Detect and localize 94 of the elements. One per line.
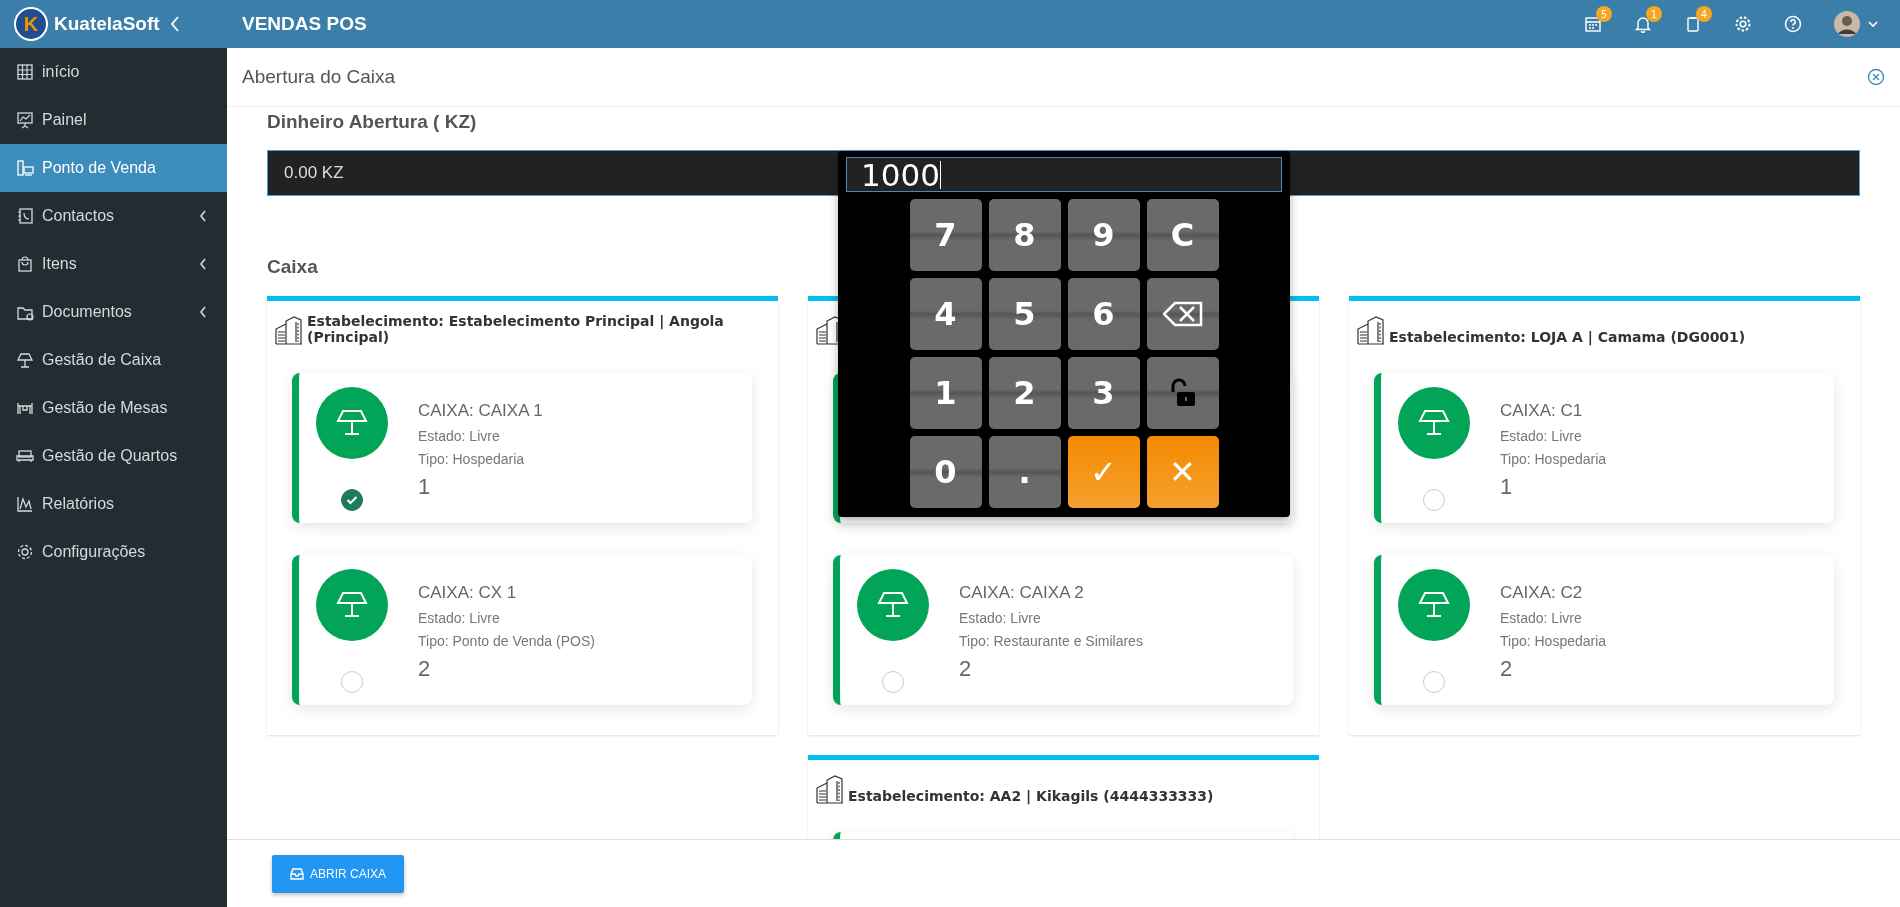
register-type: Tipo: Hospedaria (418, 451, 526, 467)
establishment-title: Estabelecimento: Estabelecimento Principal | Angola (Principal) (307, 314, 725, 345)
register-type: Tipo: Hospedaria (1500, 451, 1607, 467)
bell-icon[interactable] (1634, 15, 1652, 33)
notification-badge: 5 (1596, 6, 1612, 22)
digit-key[interactable]: 2 (988, 357, 1061, 429)
radio-button[interactable] (341, 489, 363, 511)
register-status: Estado: Livre (959, 610, 1042, 626)
register-status: Estado: Livre (418, 428, 501, 444)
register-name: CAIXA: C2 (1500, 583, 1584, 603)
digit-key[interactable]: 0 (909, 436, 982, 508)
keypad-display[interactable]: 1000 (846, 157, 1282, 192)
register-number: 2 (959, 656, 973, 682)
sidebar-item[interactable]: Contactos (0, 192, 227, 240)
building-icon (275, 315, 305, 345)
clipboard-icon[interactable] (1684, 15, 1702, 33)
chart-icon (16, 495, 34, 513)
register-name: CAIXA: CX 1 (418, 583, 518, 603)
inbox-icon (290, 867, 304, 880)
cash-register-card[interactable]: CAIXA: CAIXA 1 Estado: Livre Tipo: Hospedaria 1 (292, 373, 752, 523)
register-number: 2 (1500, 656, 1514, 682)
register-status: Estado: Livre (418, 610, 501, 626)
digit-key[interactable]: 5 (988, 278, 1061, 350)
sidebar-item[interactable]: Gestão de Mesas (0, 384, 227, 432)
sidebar-item[interactable]: Configurações (0, 528, 227, 576)
field-label: Dinheiro Abertura ( KZ) (267, 111, 478, 133)
register-type: Tipo: Ponto de Venda (POS) (418, 633, 595, 649)
notification-badge: 4 (1696, 6, 1712, 22)
chevron-left-icon[interactable] (169, 16, 180, 32)
backspace-key[interactable] (1146, 278, 1219, 350)
establishment-title: Estabelecimento: AA2 | Kikagils (4444333333) (848, 788, 1214, 804)
register-name: CAIXA: CAIXA 1 (418, 401, 543, 421)
open-register-button[interactable]: ABRIR CAIXA (272, 854, 404, 893)
register-status: Estado: Livre (1500, 428, 1583, 444)
backspace-icon (1162, 301, 1203, 327)
register-type: Tipo: Hospedaria (1500, 633, 1607, 649)
bag-icon (16, 255, 34, 273)
digit-key[interactable]: 3 (1067, 357, 1140, 429)
grid-icon (16, 63, 34, 81)
settings-icon[interactable] (1734, 15, 1752, 33)
cash-register-card[interactable]: CAIXA: C1 Estado: Livre Tipo: Hospedaria 1 (1374, 373, 1834, 523)
register-number: 2 (418, 656, 432, 682)
lamp-icon (316, 387, 388, 459)
register-status: Estado: Livre (1500, 610, 1583, 626)
lamp-icon (16, 351, 34, 369)
cash-register-card[interactable]: CAIXA: CX 1 Estado: Livre Tipo: Ponto de Venda (POS) 2 (292, 555, 752, 705)
app-title: VENDAS POS (242, 13, 367, 35)
lock-key[interactable] (1146, 357, 1219, 429)
register-number: 1 (1500, 474, 1514, 500)
presentation-icon (16, 111, 34, 129)
cash-register-card[interactable]: CAIXA: C2 Estado: Livre Tipo: Hospedaria 2 (1374, 555, 1834, 705)
close-icon[interactable] (1867, 68, 1885, 86)
sidebar-item[interactable]: Itens (0, 240, 227, 288)
help-icon[interactable] (1784, 15, 1802, 33)
lamp-icon (1398, 569, 1470, 641)
lamp-icon (316, 569, 388, 641)
digit-key[interactable]: 8 (988, 199, 1061, 271)
digit-key[interactable]: . (988, 436, 1061, 508)
register-type: Tipo: Restaurante e Similares (959, 633, 1143, 649)
phone-book-icon (16, 207, 34, 225)
digit-key[interactable]: 6 (1067, 278, 1140, 350)
logo: K (14, 7, 48, 41)
caret-icon[interactable] (1868, 20, 1878, 28)
sidebar-item[interactable]: Relatórios (0, 480, 227, 528)
digit-key[interactable]: 1 (909, 357, 982, 429)
clear-key[interactable]: C (1146, 199, 1219, 271)
computer-icon (16, 159, 34, 177)
lamp-icon (1398, 387, 1470, 459)
brand-name: KuatelaSoft (54, 13, 160, 35)
sofa-icon (16, 447, 34, 465)
building-icon (1357, 315, 1387, 345)
section-title: Caixa (267, 256, 319, 278)
digit-key[interactable]: 7 (909, 199, 982, 271)
avatar[interactable] (1834, 11, 1860, 37)
building-icon (816, 774, 846, 804)
cash-register-card[interactable]: CAIXA: CAIXA 2 Estado: Livre Tipo: Restaurante e Similares 2 (833, 555, 1293, 705)
sidebar-item[interactable]: Ponto de Venda (0, 144, 227, 192)
register-name: CAIXA: C1 (1500, 401, 1584, 421)
register-name: CAIXA: CAIXA 2 (959, 583, 1085, 603)
gear-icon (16, 543, 34, 561)
establishment-title: Estabelecimento: LOJA A | Camama (DG0001) (1389, 329, 1746, 345)
notification-badge: 1 (1646, 6, 1662, 22)
lamp-icon (857, 569, 929, 641)
digit-key[interactable]: 4 (909, 278, 982, 350)
dialog-title: Abertura do Caixa (242, 66, 396, 88)
register-number: 1 (418, 474, 432, 500)
sidebar-item[interactable]: início (0, 48, 227, 96)
calendar-icon[interactable] (1584, 15, 1602, 33)
sidebar-item[interactable]: Gestão de Caixa (0, 336, 227, 384)
sidebar-item[interactable]: Painel (0, 96, 227, 144)
sidebar-item[interactable]: Gestão de Quartos (0, 432, 227, 480)
digit-key[interactable]: 9 (1067, 199, 1140, 271)
sidebar-item[interactable]: Documentos (0, 288, 227, 336)
check-icon (346, 495, 358, 505)
